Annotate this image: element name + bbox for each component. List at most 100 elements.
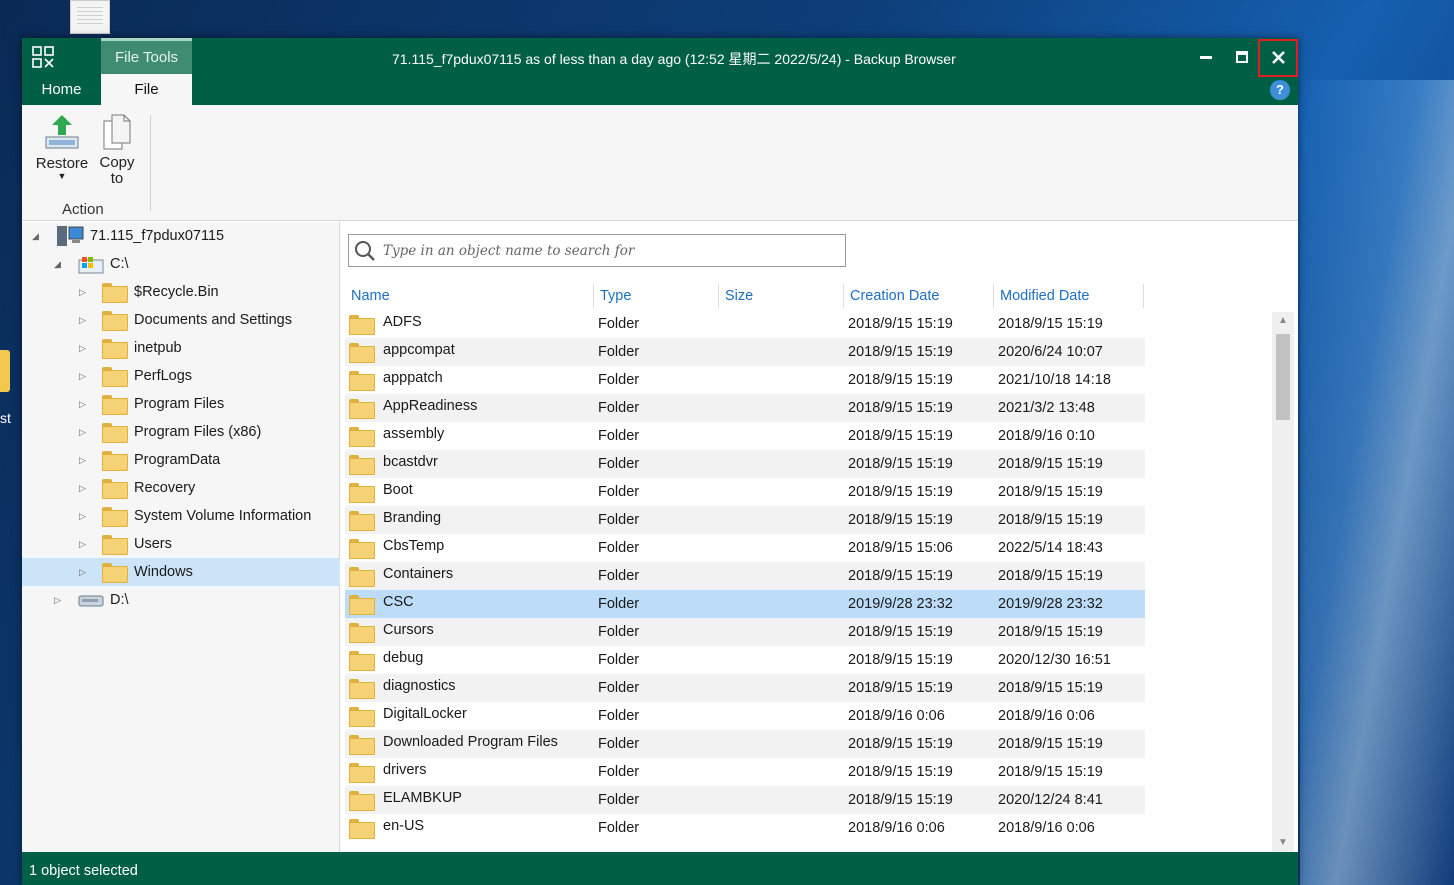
tree-item-folder[interactable]: ▷ Recovery [22, 474, 340, 502]
table-row[interactable]: drivers Folder 2018/9/15 15:19 2018/9/15 15… [345, 758, 1145, 786]
tree-item-folder[interactable]: ▷ Documents and Settings [22, 306, 340, 334]
minimize-button[interactable] [1190, 44, 1222, 74]
folder-icon [102, 479, 128, 499]
tree-item-folder[interactable]: ▷ $Recycle.Bin [22, 278, 340, 306]
cell-name: bcastdvr [383, 454, 438, 470]
tree-folder-label: Documents and Settings [134, 312, 292, 328]
table-row[interactable]: diagnostics Folder 2018/9/15 15:19 2018/9/1… [345, 674, 1145, 702]
cell-creation-date: 2018/9/15 15:19 [848, 792, 953, 808]
table-row[interactable]: bcastdvr Folder 2018/9/15 15:19 2018/9/15 1… [345, 450, 1145, 478]
cell-modified-date: 2018/9/15 15:19 [998, 764, 1103, 780]
tree-item-folder[interactable]: ▷ Users [22, 530, 340, 558]
folder-icon [349, 651, 375, 671]
cell-creation-date: 2018/9/15 15:19 [848, 764, 953, 780]
cell-modified-date: 2018/9/15 15:19 [998, 512, 1103, 528]
cell-type: Folder [598, 708, 640, 724]
table-row[interactable]: CbsTemp Folder 2018/9/15 15:06 2022/5/14 18… [345, 534, 1145, 562]
cell-name: Cursors [383, 622, 434, 638]
folder-icon [349, 679, 375, 699]
vertical-scrollbar[interactable]: ▲ ▼ [1272, 312, 1294, 852]
expand-icon: ▷ [79, 343, 86, 353]
cell-modified-date: 2018/9/15 15:19 [998, 456, 1103, 472]
table-row[interactable]: debug Folder 2018/9/15 15:19 2020/12/30 16:… [345, 646, 1145, 674]
tree-item-drive-c[interactable]: ◢ C:\ [22, 250, 340, 278]
scroll-up-icon[interactable]: ▲ [1272, 312, 1294, 330]
table-row[interactable]: apppatch Folder 2018/9/15 15:19 2021/10/18 … [345, 366, 1145, 394]
folder-icon [349, 455, 375, 475]
cell-creation-date: 2018/9/15 15:19 [848, 512, 953, 528]
folder-icon [102, 451, 128, 471]
cell-name: ADFS [383, 314, 422, 330]
table-row[interactable]: Containers Folder 2018/9/15 15:19 2018/9/15… [345, 562, 1145, 590]
folder-tree: ◢ 71.115_f7pdux07115 ◢ C:\ ▷ $Recycle.Bin… [22, 222, 340, 852]
tab-home[interactable]: Home [22, 74, 101, 105]
tree-item-folder[interactable]: ▷ Program Files (x86) [22, 418, 340, 446]
cell-type: Folder [598, 792, 640, 808]
cell-modified-date: 2018/9/15 15:19 [998, 484, 1103, 500]
folder-icon [349, 483, 375, 503]
backup-browser-window: File Tools 71.115_f7pdux07115 as of less… [22, 38, 1298, 885]
desktop-folder-icon[interactable] [0, 350, 10, 392]
scroll-down-icon[interactable]: ▼ [1272, 834, 1294, 852]
column-header-modified-date[interactable]: Modified Date [993, 284, 1143, 308]
cell-name: Downloaded Program Files [383, 734, 558, 750]
cell-type: Folder [598, 596, 640, 612]
cell-type: Folder [598, 372, 640, 388]
scroll-thumb[interactable] [1276, 334, 1290, 420]
copy-to-button[interactable]: Copy to [94, 113, 140, 187]
column-header-type[interactable]: Type [593, 284, 718, 308]
maximize-button[interactable] [1226, 44, 1258, 74]
folder-icon [102, 283, 128, 303]
title-bar: File Tools 71.115_f7pdux07115 as of less… [22, 38, 1298, 105]
desktop-icon-label: st [0, 410, 11, 426]
file-rows: ADFS Folder 2018/9/15 15:19 2018/9/15 15:19… [345, 310, 1145, 852]
cell-modified-date: 2018/9/15 15:19 [998, 736, 1103, 752]
tree-label-root: 71.115_f7pdux07115 [90, 228, 225, 244]
restore-button[interactable]: Restore ▼ [32, 113, 92, 181]
desktop-document-icon[interactable] [70, 0, 110, 34]
column-header-size[interactable]: Size [718, 284, 843, 308]
tree-folder-label: Users [134, 536, 172, 552]
tree-item-folder[interactable]: ▷ Program Files [22, 390, 340, 418]
desktop-wallpaper-light [1300, 80, 1454, 885]
tree-item-folder[interactable]: ▷ ProgramData [22, 446, 340, 474]
table-row[interactable]: CSC Folder 2019/9/28 23:32 2019/9/28 23:32 [345, 590, 1145, 618]
table-row[interactable]: ELAMBKUP Folder 2018/9/15 15:19 2020/12/24 … [345, 786, 1145, 814]
tree-item-folder[interactable]: ▷ Windows [22, 558, 340, 586]
table-row[interactable]: assembly Folder 2018/9/15 15:19 2018/9/16 0… [345, 422, 1145, 450]
table-row[interactable]: Boot Folder 2018/9/15 15:19 2018/9/15 15:19 [345, 478, 1145, 506]
cell-name: AppReadiness [383, 398, 478, 414]
windows-drive-icon [78, 257, 104, 274]
table-row[interactable]: appcompat Folder 2018/9/15 15:19 2020/6/24 … [345, 338, 1145, 366]
close-button[interactable] [1258, 39, 1298, 77]
table-row[interactable]: en-US Folder 2018/9/16 0:06 2018/9/16 0:06 [345, 814, 1145, 842]
cell-creation-date: 2019/9/28 23:32 [848, 596, 953, 612]
table-row[interactable]: Cursors Folder 2018/9/15 15:19 2018/9/15 15… [345, 618, 1145, 646]
tree-folder-label: Recovery [134, 480, 196, 496]
copy-label-line2: to [110, 170, 124, 187]
tab-file[interactable]: File [101, 74, 192, 105]
column-header-creation-date[interactable]: Creation Date [843, 284, 993, 308]
column-header-name[interactable]: Name [345, 284, 593, 308]
tree-item-root[interactable]: ◢ 71.115_f7pdux07115 [22, 222, 340, 250]
table-row[interactable]: Downloaded Program Files Folder 2018/9/15 … [345, 730, 1145, 758]
search-box[interactable] [348, 234, 846, 267]
tree-item-folder[interactable]: ▷ PerfLogs [22, 362, 340, 390]
cell-name: assembly [383, 426, 445, 442]
folder-icon [102, 367, 128, 387]
tree-item-folder[interactable]: ▷ System Volume Information [22, 502, 340, 530]
table-row[interactable]: ADFS Folder 2018/9/15 15:19 2018/9/15 15:19 [345, 310, 1145, 338]
tree-folder-label: System Volume Information [134, 508, 312, 524]
table-row[interactable]: AppReadiness Folder 2018/9/15 15:19 2021/3/… [345, 394, 1145, 422]
help-button[interactable]: ? [1270, 80, 1290, 100]
folder-icon [349, 343, 375, 363]
table-row[interactable]: DigitalLocker Folder 2018/9/16 0:06 2018/9/… [345, 702, 1145, 730]
cell-modified-date: 2020/12/24 8:41 [998, 792, 1103, 808]
table-row[interactable]: Branding Folder 2018/9/15 15:19 2018/9/15 1… [345, 506, 1145, 534]
search-input[interactable] [383, 240, 833, 262]
tree-item-folder[interactable]: ▷ inetpub [22, 334, 340, 362]
cell-type: Folder [598, 400, 640, 416]
tree-item-drive-d[interactable]: ▷ D:\ [22, 586, 340, 614]
ribbon: Restore ▼ Copy to Action [22, 105, 1298, 221]
folder-icon [349, 791, 375, 811]
